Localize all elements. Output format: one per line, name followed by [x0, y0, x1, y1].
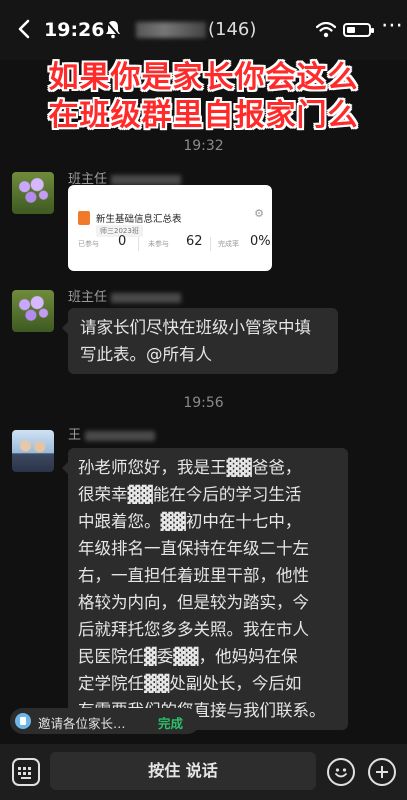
message-line: 格较为内向，但是较为踏实，今 [78, 593, 309, 612]
message-bubble[interactable]: 孙老师您好，我是王▓▓爸爸， 很荣幸▓▓能在今后的学习生活 中跟着您。▓▓初中在… [62, 448, 348, 730]
input-toolbar: 按住 说话 [0, 744, 407, 800]
battery-icon [343, 23, 374, 37]
avatar[interactable] [12, 172, 54, 214]
form-title: 新生基础信息汇总表 [96, 214, 182, 225]
done-label: 已参与 [78, 240, 99, 248]
keyboard-icon[interactable] [12, 758, 40, 786]
emoji-icon[interactable] [327, 758, 355, 786]
status-time: 19:26 [44, 19, 105, 41]
form-icon [15, 713, 31, 729]
avatar[interactable] [12, 290, 54, 332]
message-line: 定学院任▓▓处副处长，今后如 [78, 674, 302, 693]
chat-title: (146) [136, 19, 256, 40]
message-line: 右，一直担任着班里干部，他性 [78, 566, 309, 585]
hold-to-talk-button[interactable]: 按住 说话 [50, 752, 316, 790]
todo-label: 未参与 [148, 240, 169, 248]
plus-icon[interactable] [368, 758, 396, 786]
message-line: 中跟着您。▓▓初中在十七中， [78, 512, 302, 531]
chevron-left-icon[interactable] [12, 16, 38, 42]
message-line: 年级排名一直保持在年级二十左 [78, 539, 309, 558]
member-count: (146) [208, 19, 257, 40]
rate-value: 0% [250, 234, 271, 249]
rate-label: 完成率 [218, 240, 239, 248]
wifi-icon [316, 22, 336, 38]
sender-name: 班主任 [68, 286, 182, 305]
invite-parents-pill[interactable]: 邀请各位家长… 完成 [10, 708, 200, 734]
settings-icon: ⚙ [254, 207, 264, 220]
todo-value: 62 [186, 234, 203, 249]
sender-name: 王 [68, 424, 156, 443]
message-line: 民医院任▓委▓▓，他妈妈在保 [78, 647, 298, 666]
form-card[interactable]: 新生基础信息汇总表 ⚙ 师三2023班 已参与 0 未参与 62 完成率 0% [68, 185, 272, 271]
timestamp: 19:32 [183, 138, 224, 154]
chat-header: 19:26 (146) ⋯ [0, 0, 407, 60]
message-bubble[interactable]: 请家长们尽快在班级小管家中填写此表。@所有人 [62, 308, 338, 374]
message-line: 很荣幸▓▓能在今后的学习生活 [78, 485, 302, 504]
invite-text: 邀请各位家长… [38, 716, 126, 731]
document-icon [78, 211, 90, 225]
more-icon[interactable]: ⋯ [381, 15, 403, 37]
timestamp: 19:56 [183, 395, 224, 411]
message-line: 孙老师您好，我是王▓▓爸爸， [78, 458, 302, 477]
done-value: 0 [118, 234, 127, 249]
invite-status: 完成 [158, 716, 184, 731]
redacted-group-name [136, 22, 206, 38]
bell-muted-icon [105, 20, 121, 39]
avatar[interactable] [12, 430, 54, 472]
chat-screen: 19:26 (146) ⋯ 如果你是家长你会这么 在班级群里自报家门么 19:3… [0, 0, 407, 800]
message-line: 后就拜托您多多关照。我在市人 [78, 620, 309, 639]
overlay-caption-line2: 在班级群里自报家门么 [48, 98, 359, 133]
